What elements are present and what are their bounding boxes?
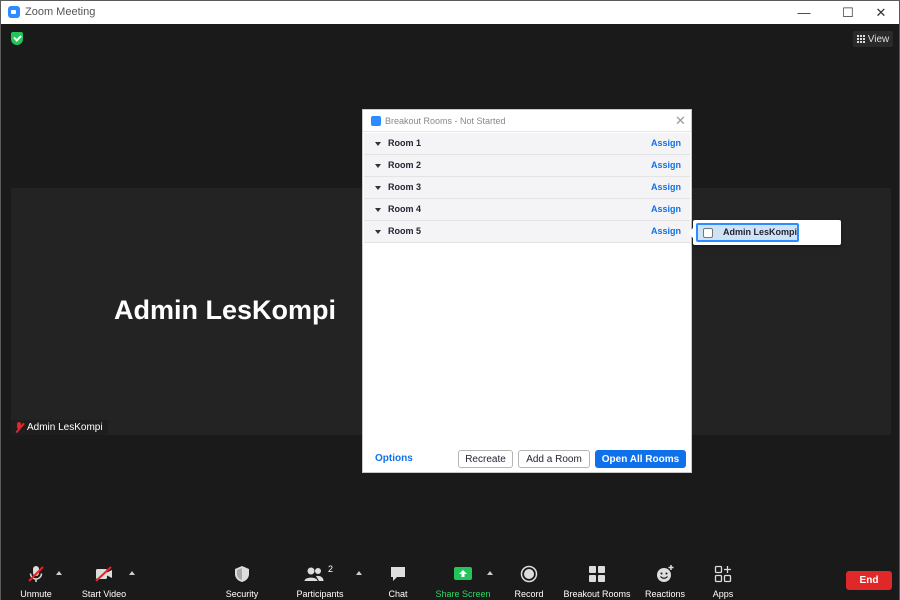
share-screen-button[interactable]: Share Screen: [434, 558, 492, 600]
options-link[interactable]: Options: [375, 453, 413, 464]
assign-link[interactable]: Assign: [651, 160, 681, 170]
reactions-label: Reactions: [644, 589, 686, 599]
share-screen-label: Share Screen: [435, 589, 491, 599]
grid-view-icon: [856, 35, 865, 43]
dialog-footer: Options Recreate Add a Room Open All Roo…: [363, 447, 691, 473]
assign-participant-popover: Admin LesKompi: [688, 220, 841, 245]
dialog-close-icon[interactable]: ✕: [675, 113, 686, 129]
breakout-rooms-grid-icon: [587, 564, 607, 584]
room-row[interactable]: Room 1 Assign: [364, 133, 690, 155]
participants-count: 2: [328, 564, 334, 574]
room-name: Room 1: [388, 138, 422, 148]
participants-button[interactable]: 2 Participants: [294, 558, 346, 600]
participants-options-caret-icon[interactable]: [356, 571, 362, 575]
breakout-rooms-label: Breakout Rooms: [563, 589, 631, 599]
unmute-label: Unmute: [20, 589, 52, 599]
dialog-title-bar: Breakout Rooms - Not Started ✕: [363, 110, 691, 132]
apps-label: Apps: [712, 589, 734, 599]
zoom-meeting-window: Zoom Meeting — ☐ ✕ View Admin LesKompi A…: [0, 0, 900, 600]
expand-caret-icon[interactable]: [375, 164, 381, 168]
close-window-button[interactable]: ✕: [863, 1, 899, 24]
start-video-label: Start Video: [81, 589, 127, 599]
view-label: View: [867, 33, 890, 45]
apps-icon: [713, 564, 733, 584]
record-label: Record: [514, 589, 544, 599]
chat-button[interactable]: Chat: [381, 558, 415, 600]
participants-icon: 2: [303, 564, 337, 584]
security-button[interactable]: Security: [222, 558, 262, 600]
add-room-button[interactable]: Add a Room: [518, 450, 590, 468]
security-label: Security: [225, 589, 259, 599]
security-shield-icon: [232, 564, 252, 584]
reactions-button[interactable]: Reactions: [643, 558, 687, 600]
expand-caret-icon[interactable]: [375, 142, 381, 146]
unmute-button[interactable]: Unmute: [16, 558, 56, 600]
open-all-rooms-button[interactable]: Open All Rooms: [595, 450, 686, 468]
security-shield-icon[interactable]: [11, 32, 23, 45]
participant-option[interactable]: Admin LesKompi: [696, 223, 799, 242]
end-meeting-button[interactable]: End: [846, 571, 892, 590]
start-video-button[interactable]: Start Video: [80, 558, 128, 600]
room-row[interactable]: Room 2 Assign: [364, 155, 690, 177]
participant-name-tag: Admin LesKompi: [11, 420, 108, 435]
breakout-rooms-dialog: Breakout Rooms - Not Started ✕ Room 1 As…: [362, 109, 692, 473]
video-off-icon: [94, 564, 114, 584]
room-name: Room 2: [388, 160, 422, 170]
zoom-dialog-icon: [371, 116, 381, 126]
smiley-icon: [655, 564, 675, 584]
assign-link[interactable]: Assign: [651, 226, 681, 236]
zoom-app-icon: [8, 6, 20, 18]
share-screen-icon: [453, 564, 473, 584]
assign-link[interactable]: Assign: [651, 204, 681, 214]
participants-label: Participants: [296, 589, 344, 599]
maximize-button[interactable]: ☐: [830, 1, 866, 24]
participant-checkbox[interactable]: [703, 228, 713, 238]
recreate-button[interactable]: Recreate: [458, 450, 513, 468]
assign-link[interactable]: Assign: [651, 182, 681, 192]
name-tag-label: Admin LesKompi: [27, 422, 103, 433]
room-name: Room 5: [388, 226, 422, 236]
muted-mic-icon: [14, 422, 24, 433]
expand-caret-icon[interactable]: [375, 208, 381, 212]
breakout-rooms-button[interactable]: Breakout Rooms: [563, 558, 631, 600]
assign-link[interactable]: Assign: [651, 138, 681, 148]
participant-option-name: Admin LesKompi: [723, 227, 798, 237]
meeting-toolbar: Unmute Start Video Security 2 Participan…: [1, 558, 899, 600]
record-button[interactable]: Record: [511, 558, 547, 600]
share-options-caret-icon[interactable]: [487, 571, 493, 575]
minimize-button[interactable]: —: [786, 1, 822, 24]
muted-microphone-icon: [26, 564, 46, 584]
title-bar: Zoom Meeting — ☐ ✕: [1, 1, 899, 24]
room-row[interactable]: Room 3 Assign: [364, 177, 690, 199]
video-options-caret-icon[interactable]: [129, 571, 135, 575]
chat-label: Chat: [388, 589, 408, 599]
room-name: Room 4: [388, 204, 422, 214]
room-name: Room 3: [388, 182, 422, 192]
audio-options-caret-icon[interactable]: [56, 571, 62, 575]
record-icon: [519, 564, 539, 584]
speaker-display-name: Admin LesKompi: [114, 295, 337, 325]
view-button[interactable]: View: [853, 31, 893, 47]
apps-button[interactable]: Apps: [707, 558, 739, 600]
room-row[interactable]: Room 4 Assign: [364, 199, 690, 221]
chat-bubble-icon: [388, 564, 408, 584]
expand-caret-icon[interactable]: [375, 186, 381, 190]
expand-caret-icon[interactable]: [375, 230, 381, 234]
window-title: Zoom Meeting: [25, 6, 96, 18]
room-row[interactable]: Room 5 Assign: [364, 221, 690, 243]
dialog-title: Breakout Rooms - Not Started: [385, 116, 506, 126]
